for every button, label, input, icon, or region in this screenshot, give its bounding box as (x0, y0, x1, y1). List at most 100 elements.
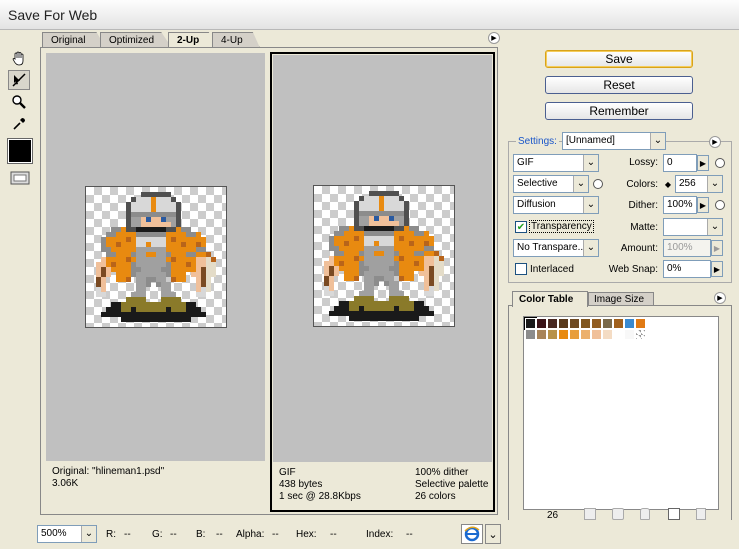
amount-arrow-button[interactable]: ▶ (711, 240, 723, 256)
slice-select-icon (12, 73, 26, 87)
matte-select[interactable]: ⌄ (663, 218, 723, 236)
trash-icon[interactable] (696, 508, 706, 520)
tab-optimized[interactable]: Optimized (100, 32, 172, 48)
palette-mask-button[interactable] (593, 179, 603, 189)
eyedropper-tool[interactable] (8, 114, 30, 134)
flyout-arrow-icon: ▶ (491, 35, 497, 42)
color-table-swatch[interactable] (547, 329, 558, 340)
tab-4up[interactable]: 4-Up (212, 32, 260, 48)
color-table-swatch[interactable] (602, 329, 613, 340)
opt-download-time: 1 sec @ 28.8Kbps (279, 491, 361, 502)
save-button[interactable]: Save (545, 50, 693, 68)
color-table-swatch[interactable] (624, 329, 635, 340)
web-snap-arrow-button[interactable]: ▶ (711, 261, 723, 277)
r-label: R: (106, 529, 116, 540)
optimized-pane[interactable] (273, 55, 492, 462)
dither-arrow-button[interactable]: ▶ (697, 197, 709, 213)
color-table-panel (508, 305, 732, 523)
color-table-swatch[interactable] (580, 329, 591, 340)
color-table-swatch[interactable] (602, 318, 613, 329)
status-bar: 500% ⌄ R: -- G: -- B: -- Alpha: -- Hex: -… (0, 520, 739, 549)
color-table-menu-button[interactable]: ▶ (714, 292, 726, 304)
triangle-right-icon: ▶ (713, 243, 721, 253)
color-table-swatch[interactable] (525, 329, 536, 340)
g-value: -- (170, 529, 177, 540)
zoom-tool[interactable] (8, 92, 30, 112)
index-value: -- (406, 529, 413, 540)
settings-menu-button[interactable]: ▶ (709, 136, 721, 148)
web-snap-input[interactable]: 0% (663, 260, 711, 278)
flyout-arrow-icon: ▶ (717, 295, 723, 302)
original-pane[interactable] (46, 53, 265, 461)
lock-icon[interactable] (640, 508, 650, 520)
reset-button[interactable]: Reset (545, 76, 693, 94)
color-table-swatch[interactable] (524, 317, 537, 330)
b-label: B: (196, 529, 206, 540)
browser-menu-button[interactable]: ⌄ (485, 524, 501, 544)
chevron-down-icon: ⌄ (707, 176, 722, 192)
preview-in-browser-button[interactable] (461, 524, 483, 544)
color-table-swatch[interactable] (558, 318, 569, 329)
color-table-swatch[interactable] (547, 318, 558, 329)
color-table-swatch[interactable] (569, 318, 580, 329)
lossy-input[interactable]: 0 (663, 154, 697, 172)
amount-input[interactable]: 100% (663, 239, 711, 257)
color-table-swatch[interactable] (613, 318, 624, 329)
r-value: -- (124, 529, 131, 540)
web-shift-button[interactable] (584, 508, 596, 520)
transparency-dither-select[interactable]: No Transpare... ⌄ (513, 239, 599, 257)
lossy-arrow-button[interactable]: ▶ (697, 155, 709, 171)
colors-label: Colors: (626, 179, 658, 190)
tab-original[interactable]: Original (42, 32, 106, 48)
color-table-swatch[interactable] (624, 318, 635, 329)
tab-color-table[interactable]: Color Table (512, 291, 588, 307)
color-table-swatch[interactable] (635, 318, 646, 329)
toggle-slices-button[interactable] (10, 171, 30, 185)
settings-preset-select[interactable]: [Unnamed] ⌄ (562, 132, 666, 150)
color-table-swatch[interactable] (591, 318, 602, 329)
format-select[interactable]: GIF ⌄ (513, 154, 599, 172)
color-table-swatch[interactable] (635, 329, 646, 340)
hand-icon (12, 51, 24, 66)
web-snap-label: Web Snap: (608, 264, 658, 275)
opt-dither: 100% dither (415, 467, 469, 478)
palette-select[interactable]: Selective ⌄ (513, 175, 589, 193)
transparency-checkbox[interactable]: ✔ (515, 221, 527, 233)
opt-size: 438 bytes (279, 479, 323, 490)
chevron-down-icon: ⌄ (488, 528, 498, 541)
zoom-select[interactable]: 500% ⌄ (37, 525, 97, 543)
optimized-pane-frame[interactable]: GIF 438 bytes 1 sec @ 28.8Kbps 100% dith… (270, 52, 495, 512)
chevron-down-icon: ⌄ (650, 133, 665, 149)
dither-algorithm-select[interactable]: Diffusion ⌄ (513, 196, 599, 214)
hex-label: Hex: (296, 529, 317, 540)
color-table-swatch[interactable] (613, 329, 624, 340)
opt-format: GIF (279, 467, 296, 478)
tab-image-size[interactable]: Image Size (588, 292, 654, 306)
dither-input[interactable]: 100% (663, 196, 697, 214)
colors-select[interactable]: 256 ⌄ (675, 175, 723, 193)
color-table-swatch[interactable] (536, 318, 547, 329)
hand-tool[interactable] (8, 48, 30, 68)
preview-menu-button[interactable]: ▶ (488, 32, 500, 44)
dither-mask-button[interactable] (715, 200, 725, 210)
eyedropper-icon (13, 118, 25, 130)
lossy-mask-button[interactable] (715, 158, 725, 168)
eyedropper-color-swatch[interactable] (7, 138, 33, 164)
color-table-swatch[interactable] (536, 329, 547, 340)
slice-select-tool[interactable] (8, 70, 30, 90)
interlaced-checkbox[interactable] (515, 263, 527, 275)
new-color-icon[interactable] (668, 508, 680, 520)
cube-icon[interactable] (612, 508, 624, 520)
triangle-right-icon: ▶ (699, 158, 707, 168)
color-table-grid[interactable] (523, 316, 719, 510)
color-table-swatch[interactable] (558, 329, 569, 340)
optimized-info: GIF 438 bytes 1 sec @ 28.8Kbps 100% dith… (273, 464, 492, 510)
color-table-swatch[interactable] (591, 329, 602, 340)
color-table-swatch[interactable] (569, 329, 580, 340)
settings-label: Settings: (516, 136, 559, 147)
color-table-swatch[interactable] (580, 318, 591, 329)
remember-button[interactable]: Remember (545, 102, 693, 120)
g-label: G: (152, 529, 163, 540)
up-down-arrows-icon: ◆ (664, 179, 672, 189)
colors-stepper[interactable]: ◆ (663, 177, 673, 191)
